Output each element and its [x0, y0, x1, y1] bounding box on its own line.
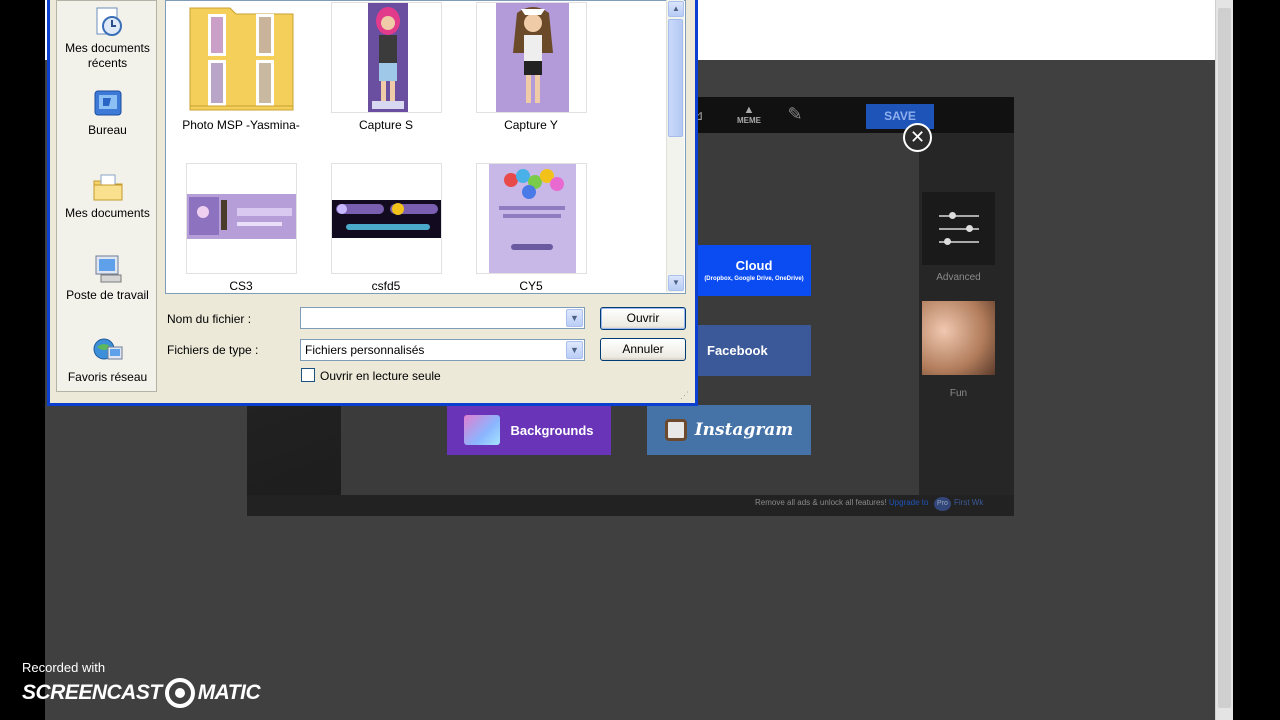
file-name: Capture Y: [504, 118, 558, 132]
recent-documents-icon: [96, 7, 122, 36]
place-label: Mes documents récents: [65, 41, 150, 70]
instagram-icon: [664, 419, 687, 441]
instagram-label: Instagram: [694, 420, 794, 440]
balloons-image: [488, 164, 576, 273]
place-my-documents[interactable]: Mes documents: [57, 171, 158, 221]
avatar-image: [367, 3, 408, 112]
place-desktop[interactable]: Bureau: [57, 88, 158, 138]
slider-knob: [944, 238, 951, 245]
place-label: Favoris réseau: [67, 370, 148, 384]
readonly-label: Ouvrir en lecture seule: [320, 369, 441, 383]
open-button[interactable]: Ouvrir: [600, 307, 686, 330]
fun-label: Fun: [949, 388, 968, 399]
game-bar-image: [331, 200, 441, 238]
close-icon: ✕: [909, 127, 926, 147]
scroll-up-button[interactable]: ▲: [668, 1, 684, 17]
recorded-with-label: Recorded with: [22, 660, 106, 675]
slider-knob: [949, 212, 956, 219]
file-item-image[interactable]: csfd5: [325, 163, 447, 293]
place-my-computer[interactable]: Poste de travail: [57, 253, 158, 303]
banner-image: [186, 194, 296, 239]
meme-icon: ▲: [743, 104, 755, 116]
scroll-down-button[interactable]: ▼: [668, 275, 684, 291]
place-recent-documents[interactable]: Mes documents récents: [57, 6, 158, 71]
image-thumbnail: [185, 163, 297, 274]
filename-dropdown-button[interactable]: ▼: [566, 309, 583, 327]
places-bar: Mes documents récents Bureau Mes documen…: [56, 0, 157, 392]
cloud-source-button[interactable]: Cloud (Dropbox, Google Drive, OneDrive): [697, 245, 811, 296]
resize-grip-icon[interactable]: ⋰: [680, 390, 692, 402]
avatar-image: [495, 3, 569, 112]
file-list: Photo MSP -Yasmina- Capture S Capture Y …: [165, 0, 686, 294]
first-week-link[interactable]: First Wk: [954, 498, 983, 507]
filetype-label: Fichiers de type :: [167, 343, 259, 357]
file-name: CY5: [519, 279, 543, 293]
meme-tool-button[interactable]: ▲ MEME: [733, 104, 765, 130]
file-item-image[interactable]: CY5: [470, 163, 592, 293]
file-item-image[interactable]: Capture S: [325, 2, 447, 132]
filename-label: Nom du fichier :: [167, 312, 252, 326]
backgrounds-source-button[interactable]: Backgrounds: [447, 405, 611, 455]
advanced-label: Advanced: [936, 272, 981, 283]
footer-promo-text: Remove all ads & unlock all features! Up…: [755, 498, 928, 507]
cloud-providers-label: (Dropbox, Google Drive, OneDrive): [704, 276, 804, 282]
filetype-dropdown-button[interactable]: ▼: [566, 341, 583, 359]
close-editor-button[interactable]: ✕: [903, 123, 932, 152]
facebook-source-button[interactable]: Facebook: [697, 325, 811, 376]
chevron-down-icon: ▼: [570, 313, 579, 323]
meme-label: MEME: [737, 116, 761, 125]
footer-promo-message: Remove all ads & unlock all features!: [755, 498, 887, 507]
place-network[interactable]: Favoris réseau: [57, 335, 158, 385]
place-label: Poste de travail: [66, 288, 149, 302]
filename-field[interactable]: ▼: [300, 307, 585, 329]
upgrade-link[interactable]: Upgrade to: [889, 498, 929, 507]
cloud-label: Cloud: [735, 258, 773, 273]
image-thumbnail: [475, 2, 587, 113]
image-thumbnail: [475, 163, 587, 274]
instagram-source-button[interactable]: Instagram: [647, 405, 811, 455]
filetype-value: Fichiers personnalisés: [305, 343, 425, 357]
screencast-o-matic-logo: SCREENCAST MATIC: [22, 678, 261, 708]
advanced-effects-tile[interactable]: [922, 192, 995, 265]
file-name: CS3: [229, 279, 253, 293]
slider-knob: [966, 225, 973, 232]
file-name: csfd5: [371, 279, 401, 293]
my-computer-icon: [95, 255, 121, 283]
my-documents-icon: [93, 174, 122, 201]
place-label: Bureau: [88, 123, 127, 137]
fun-effects-tile[interactable]: [922, 301, 995, 375]
file-item-image[interactable]: Capture Y: [470, 2, 592, 132]
logo-text-left: SCREENCAST: [22, 681, 162, 704]
record-icon: [164, 678, 195, 708]
file-list-scrollbar-thumb[interactable]: [668, 19, 683, 137]
facebook-label: Facebook: [707, 343, 768, 358]
page-scrollbar[interactable]: [1215, 0, 1233, 720]
sliders-icon: [939, 215, 979, 217]
file-item-folder[interactable]: Photo MSP -Yasmina-: [180, 2, 302, 132]
sliders-icon: [939, 228, 979, 230]
backgrounds-icon: [464, 415, 501, 445]
chevron-up-icon: ▲: [672, 4, 680, 13]
pro-badge: Pro: [934, 497, 951, 511]
chevron-down-icon: ▼: [672, 278, 680, 287]
chevron-down-icon: ▼: [570, 345, 579, 355]
folder-icon: [189, 7, 293, 111]
image-thumbnail: [330, 2, 442, 113]
filetype-select[interactable]: Fichiers personnalisés ▼: [300, 339, 585, 361]
file-name: Photo MSP -Yasmina-: [182, 118, 300, 132]
logo-text-right: MATIC: [197, 681, 261, 704]
place-label: Mes documents: [65, 206, 150, 220]
brush-tool-icon[interactable]: ✎: [784, 104, 806, 126]
file-item-image[interactable]: CS3: [180, 163, 302, 293]
network-places-icon: [93, 338, 122, 360]
cancel-button[interactable]: Annuler: [600, 338, 686, 361]
backgrounds-label: Backgrounds: [510, 422, 594, 438]
page-scrollbar-thumb[interactable]: [1218, 8, 1231, 708]
image-thumbnail: [330, 163, 442, 274]
file-name: Capture S: [358, 118, 414, 132]
folder-thumbnail: [186, 2, 297, 113]
readonly-checkbox[interactable]: [301, 368, 315, 382]
desktop-icon: [94, 90, 121, 116]
